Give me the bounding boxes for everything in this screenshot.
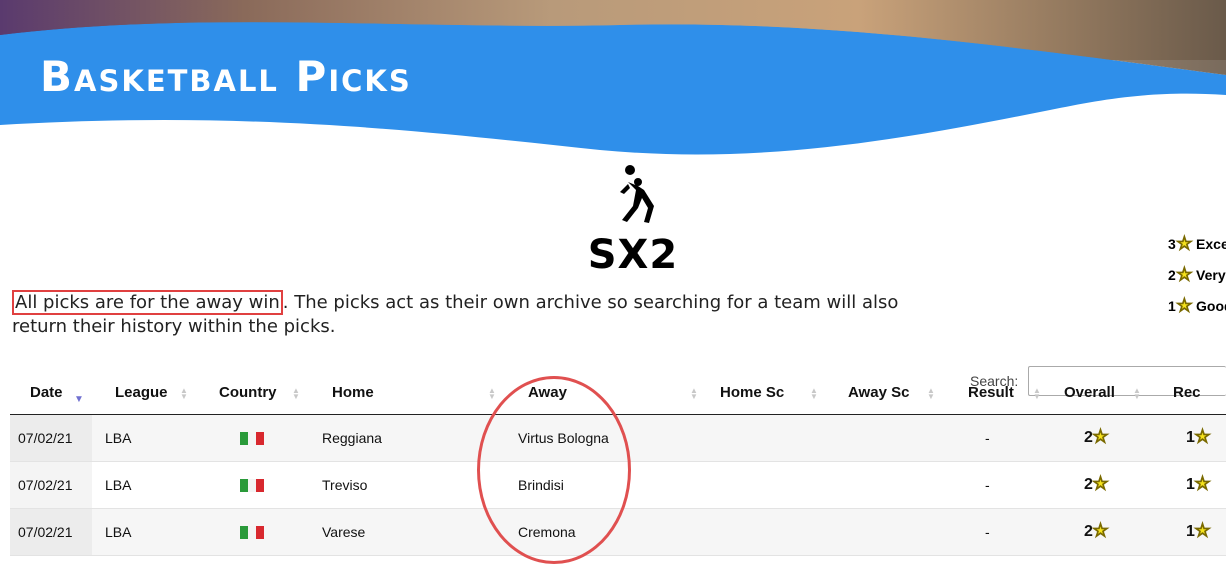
- table-header: Date ▼ League ▲ ▼ Country ▲ ▼ Home ▲ ▼ Away…: [10, 374, 1226, 415]
- legend-number: 3: [1168, 235, 1176, 252]
- col-away-sc[interactable]: Away Sc: [848, 384, 909, 401]
- basketball-player-icon: [620, 165, 654, 223]
- star-icon: ★: [1092, 521, 1109, 541]
- cell-league: LBA: [105, 524, 132, 540]
- cell-result: -: [985, 524, 990, 540]
- col-league[interactable]: League: [115, 384, 168, 401]
- sort-icon[interactable]: ▲ ▼: [927, 387, 935, 401]
- sort-icon[interactable]: ▲ ▼: [180, 387, 188, 401]
- cell-overall: 2★: [1084, 474, 1109, 494]
- sort-icon[interactable]: ▲ ▼: [810, 387, 818, 401]
- legend-label: Good: [1196, 297, 1226, 314]
- intro-text: All picks are for the away win. The pick…: [12, 290, 912, 339]
- star-icon: ★: [1194, 474, 1211, 494]
- col-result[interactable]: Result: [968, 384, 1014, 401]
- sort-icon[interactable]: ▲ ▼: [292, 387, 300, 401]
- cell-result: -: [985, 477, 990, 493]
- star-icon: ★: [1176, 264, 1193, 284]
- cell-home: Reggiana: [322, 430, 382, 446]
- sort-desc-icon[interactable]: ▼: [74, 394, 84, 405]
- legend-number: 1: [1168, 297, 1176, 314]
- star-icon: ★: [1092, 474, 1109, 494]
- cell-rec: 1★: [1186, 521, 1211, 541]
- legend-item: 3 ★ Excelle: [1168, 228, 1226, 259]
- legend-label: Excelle: [1196, 235, 1226, 252]
- star-icon: ★: [1176, 233, 1193, 253]
- cell-date: 07/02/21: [18, 430, 73, 446]
- cell-home: Varese: [322, 524, 366, 540]
- sort-icon[interactable]: ▲ ▼: [690, 387, 698, 401]
- col-home-sc[interactable]: Home Sc: [720, 384, 784, 401]
- sort-icon[interactable]: ▲ ▼: [1133, 387, 1141, 401]
- col-overall[interactable]: Overall: [1064, 384, 1115, 401]
- cell-rec: 1★: [1186, 474, 1211, 494]
- star-icon: ★: [1176, 295, 1193, 315]
- star-icon: ★: [1194, 521, 1211, 541]
- legend-item: 2 ★ Very Go: [1168, 259, 1226, 290]
- annotation-circle: [477, 376, 631, 564]
- col-rec[interactable]: Rec: [1173, 384, 1201, 401]
- col-country[interactable]: Country: [219, 384, 277, 401]
- highlighted-text: All picks are for the away win: [12, 290, 283, 315]
- sort-icon[interactable]: ▲ ▼: [1033, 387, 1041, 401]
- cell-overall: 2★: [1084, 427, 1109, 447]
- col-home[interactable]: Home: [332, 384, 374, 401]
- star-icon: ★: [1194, 427, 1211, 447]
- cell-date: 07/02/21: [18, 524, 73, 540]
- cell-overall: 2★: [1084, 521, 1109, 541]
- cell-home: Treviso: [322, 477, 368, 493]
- star-legend: 3 ★ Excelle 2 ★ Very Go 1 ★ Good: [1168, 228, 1226, 321]
- col-date[interactable]: Date: [30, 384, 63, 401]
- cell-league: LBA: [105, 477, 132, 493]
- italy-flag-icon: [240, 479, 264, 492]
- cell-date: 07/02/21: [18, 477, 73, 493]
- legend-item: 1 ★ Good: [1168, 290, 1226, 321]
- hero-banner: Basketball Picks: [0, 0, 1226, 165]
- legend-number: 2: [1168, 266, 1176, 283]
- cell-league: LBA: [105, 430, 132, 446]
- star-icon: ★: [1092, 427, 1109, 447]
- cell-rec: 1★: [1186, 427, 1211, 447]
- cell-result: -: [985, 430, 990, 446]
- italy-flag-icon: [240, 432, 264, 445]
- logo-text: SX2: [587, 232, 679, 278]
- italy-flag-icon: [240, 526, 264, 539]
- site-title: Basketball Picks: [40, 52, 412, 101]
- sort-icon[interactable]: ▲ ▼: [488, 387, 496, 401]
- sx2-logo[interactable]: SX2: [578, 160, 688, 280]
- legend-label: Very Go: [1196, 266, 1226, 283]
